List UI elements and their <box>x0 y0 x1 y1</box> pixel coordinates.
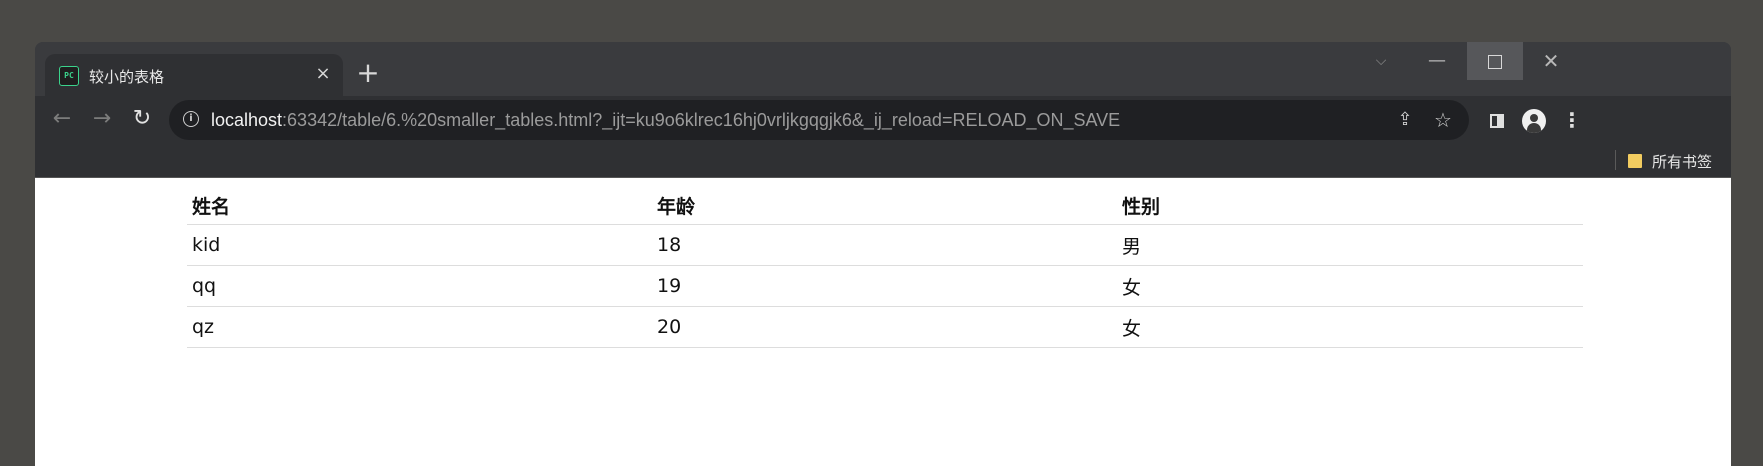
maximize-icon <box>1488 54 1502 69</box>
tab-bar: PC 较小的表格 × + ⌵ — ✕ <box>35 42 1731 96</box>
table-row: kid 18 男 <box>187 224 1583 266</box>
url-host: localhost <box>211 110 283 130</box>
pycharm-icon: PC <box>59 66 79 86</box>
tab-close-icon[interactable]: × <box>313 64 333 84</box>
side-panel-button[interactable] <box>1483 106 1511 134</box>
cell-gender: 男 <box>1117 224 1583 266</box>
url-path: :63342/table/6.%20smaller_tables.html?_i… <box>282 110 1121 130</box>
tab-active[interactable]: PC 较小的表格 × <box>45 54 343 96</box>
address-bar[interactable]: i localhost:63342/table/6.%20smaller_tab… <box>169 100 1469 140</box>
reload-button[interactable]: ↻ <box>125 102 159 136</box>
browser-window: PC 较小的表格 × + ⌵ — ✕ ← → ↻ i localhost:633… <box>35 42 1731 466</box>
avatar-icon <box>1522 108 1546 133</box>
new-tab-button[interactable]: + <box>353 58 383 88</box>
window-close-button[interactable]: ✕ <box>1523 42 1579 80</box>
bookmark-star-icon[interactable]: ☆ <box>1431 108 1455 132</box>
cell-age: 20 <box>652 306 1117 348</box>
maximize-button[interactable] <box>1467 42 1523 80</box>
table-header-row: 姓名 年龄 性别 <box>187 186 1583 225</box>
side-panel-icon <box>1490 113 1504 128</box>
tab-title: 较小的表格 <box>89 68 165 86</box>
table-row: qz 20 女 <box>187 306 1583 348</box>
all-bookmarks-label[interactable]: 所有书签 <box>1652 151 1712 172</box>
header-name: 姓名 <box>187 186 652 225</box>
bookmarks-bar: 所有书签 <box>35 142 1731 178</box>
tab-search-icon[interactable]: ⌵ <box>1353 42 1409 80</box>
cell-name: kid <box>187 224 652 266</box>
minimize-button[interactable]: — <box>1409 42 1465 80</box>
table-row: qq 19 女 <box>187 265 1583 307</box>
cell-age: 18 <box>652 224 1117 266</box>
data-table: 姓名 年龄 性别 kid 18 男 qq 19 女 qz 20 女 <box>187 186 1583 348</box>
cell-gender: 女 <box>1117 265 1583 307</box>
header-age: 年龄 <box>652 186 1117 225</box>
url-text[interactable]: localhost:63342/table/6.%20smaller_table… <box>211 110 1120 131</box>
cell-age: 19 <box>652 265 1117 307</box>
cell-name: qq <box>187 265 652 307</box>
browser-toolbar: ← → ↻ i localhost:63342/table/6.%20small… <box>35 96 1731 142</box>
menu-button[interactable]: ⋮ <box>1558 106 1586 134</box>
header-gender: 性别 <box>1117 186 1583 225</box>
back-button[interactable]: ← <box>45 102 79 136</box>
site-info-icon[interactable]: i <box>183 111 199 127</box>
folder-icon[interactable] <box>1628 154 1642 168</box>
bookmarks-divider <box>1615 150 1616 170</box>
forward-button[interactable]: → <box>85 102 119 136</box>
share-icon[interactable]: ⇪ <box>1393 108 1417 132</box>
page-content: 姓名 年龄 性别 kid 18 男 qq 19 女 qz 20 女 <box>35 178 1731 466</box>
cell-name: qz <box>187 306 652 348</box>
cell-gender: 女 <box>1117 306 1583 348</box>
profile-button[interactable] <box>1520 106 1548 134</box>
